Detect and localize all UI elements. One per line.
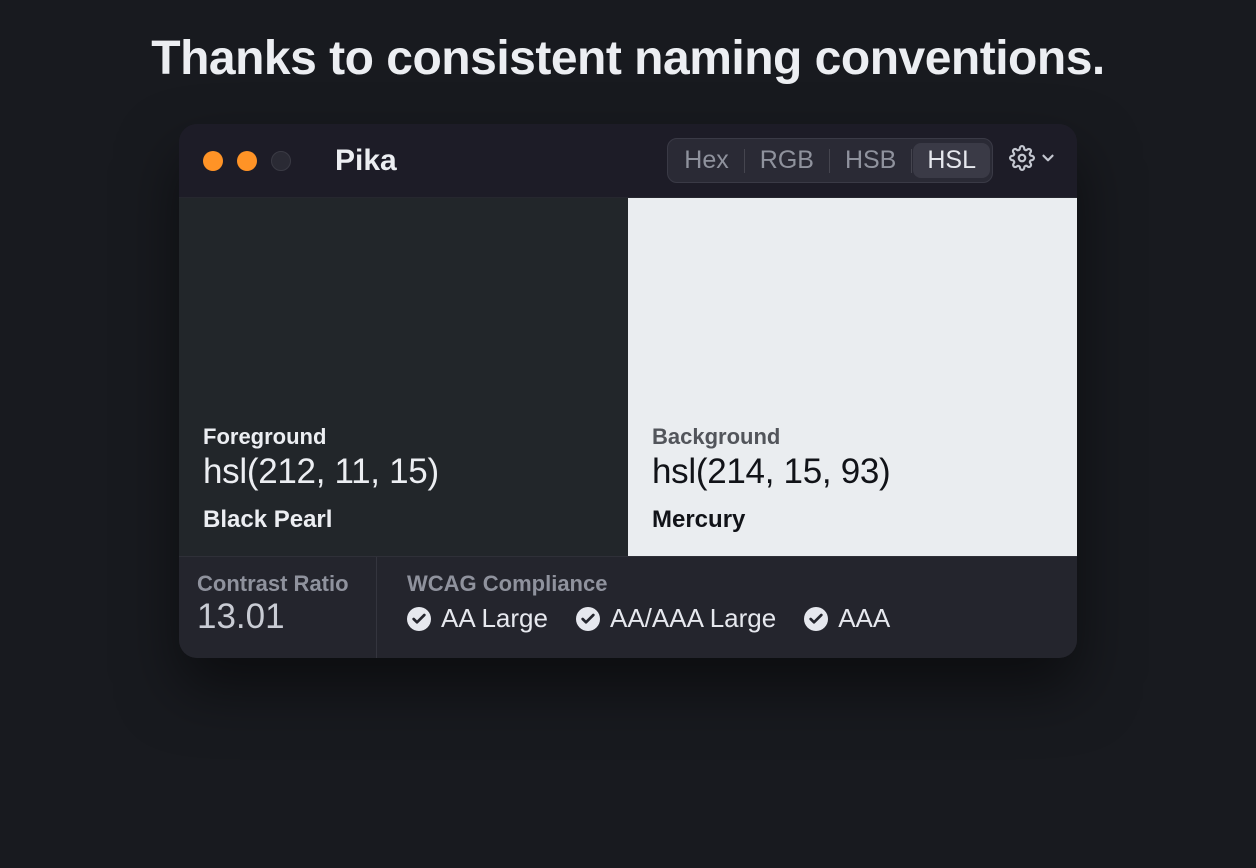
checkmark-circle-icon bbox=[576, 607, 600, 631]
segment-divider bbox=[911, 149, 912, 173]
foreground-label: Foreground bbox=[203, 424, 604, 450]
color-format-segmented-control: Hex RGB HSB HSL bbox=[667, 138, 993, 183]
footer: Contrast Ratio 13.01 WCAG Compliance AA … bbox=[179, 556, 1077, 658]
wcag-compliance-label: WCAG Compliance bbox=[407, 571, 1051, 597]
format-tab-rgb[interactable]: RGB bbox=[746, 143, 828, 178]
format-tab-hex[interactable]: Hex bbox=[670, 143, 742, 178]
traffic-lights bbox=[203, 151, 291, 171]
chevron-down-icon bbox=[1039, 149, 1057, 172]
contrast-ratio-label: Contrast Ratio bbox=[197, 571, 358, 597]
gear-icon bbox=[1009, 145, 1035, 176]
checkmark-circle-icon bbox=[804, 607, 828, 631]
foreground-color-value: hsl(212, 11, 15) bbox=[203, 452, 604, 492]
wcag-compliance-box: WCAG Compliance AA Large AA/AAA Large bbox=[377, 557, 1077, 658]
wcag-item-aa-aaa-large: AA/AAA Large bbox=[576, 603, 776, 634]
wcag-items-row: AA Large AA/AAA Large AAA bbox=[407, 603, 1051, 634]
segment-divider bbox=[744, 149, 745, 173]
background-color-value: hsl(214, 15, 93) bbox=[652, 452, 1053, 492]
minimize-window-button[interactable] bbox=[237, 151, 257, 171]
wcag-item-label: AA Large bbox=[441, 603, 548, 634]
app-window: Pika Hex RGB HSB HSL bbox=[179, 124, 1077, 658]
wcag-item-label: AA/AAA Large bbox=[610, 603, 776, 634]
format-tab-hsb[interactable]: HSB bbox=[831, 143, 910, 178]
wcag-item-aa-large: AA Large bbox=[407, 603, 548, 634]
wcag-item-aaa: AAA bbox=[804, 603, 890, 634]
checkmark-circle-icon bbox=[407, 607, 431, 631]
foreground-color-name: Black Pearl bbox=[203, 506, 604, 534]
page-headline: Thanks to consistent naming conventions. bbox=[151, 22, 1104, 96]
format-tab-hsl[interactable]: HSL bbox=[913, 143, 990, 178]
segment-divider bbox=[829, 149, 830, 173]
settings-button[interactable] bbox=[1009, 145, 1057, 176]
wcag-item-label: AAA bbox=[838, 603, 890, 634]
title-bar: Pika Hex RGB HSB HSL bbox=[179, 124, 1077, 198]
background-label: Background bbox=[652, 424, 1053, 450]
foreground-swatch[interactable]: Foreground hsl(212, 11, 15) Black Pearl bbox=[179, 198, 628, 556]
close-window-button[interactable] bbox=[203, 151, 223, 171]
app-title: Pika bbox=[335, 144, 397, 178]
contrast-ratio-box: Contrast Ratio 13.01 bbox=[179, 557, 377, 658]
background-swatch[interactable]: Background hsl(214, 15, 93) Mercury bbox=[628, 198, 1077, 556]
contrast-ratio-value: 13.01 bbox=[197, 597, 358, 637]
background-color-name: Mercury bbox=[652, 506, 1053, 534]
zoom-window-button[interactable] bbox=[271, 151, 291, 171]
color-swatches: Foreground hsl(212, 11, 15) Black Pearl … bbox=[179, 198, 1077, 556]
